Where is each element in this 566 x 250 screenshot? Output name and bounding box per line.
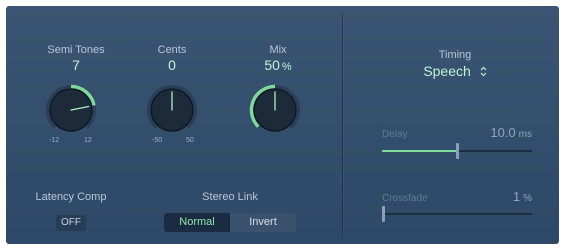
timing-value: Speech: [423, 63, 471, 79]
delay-label: Delay: [382, 129, 408, 140]
semi-tones-min-label: -12: [49, 137, 60, 144]
crossfade-label: Crossfade: [382, 193, 428, 204]
mix-knob-graphic: [249, 84, 300, 132]
delay-slider-handle[interactable]: [455, 143, 459, 159]
crossfade-value: 1: [512, 189, 521, 204]
stereo-link-label: Stereo Link: [202, 191, 258, 203]
delay-value: 10.0: [490, 125, 516, 140]
cents-max-label: 50: [186, 137, 194, 144]
crossfade-value-display: 1%: [446, 189, 532, 204]
cents-value: 0: [168, 57, 176, 73]
latency-comp-button[interactable]: OFF: [56, 215, 86, 231]
timing-label: Timing: [438, 49, 472, 61]
stereo-link-invert-button[interactable]: Invert: [230, 213, 296, 232]
semi-tones-max-label: 12: [84, 137, 92, 144]
mix-knob[interactable]: [249, 84, 301, 136]
timing-popup[interactable]: Speech: [344, 63, 559, 79]
updown-chevron-icon: [480, 66, 487, 77]
delay-slider-fill: [382, 150, 457, 152]
crossfade-unit: %: [523, 193, 532, 204]
cents-knob[interactable]: [146, 84, 198, 136]
delay-unit: ms: [518, 129, 532, 140]
semi-tones-knob[interactable]: [45, 84, 97, 136]
pitch-shifter-panel: Semi Tones 7 -12 12 Cents 0 -50 50 Mix 5…: [6, 6, 559, 244]
stereo-link-segmented-control: Normal Invert: [164, 213, 296, 232]
cents-label: Cents: [157, 44, 187, 56]
mix-value-display: 50%: [238, 57, 318, 73]
cents-min-label: -50: [152, 137, 163, 144]
stereo-link-normal-button[interactable]: Normal: [164, 213, 230, 232]
mix-value: 50: [264, 57, 280, 73]
delay-value-display: 10.0 ms: [446, 125, 532, 140]
semi-tones-value: 7: [72, 57, 80, 73]
crossfade-slider-track[interactable]: [382, 213, 532, 215]
mix-unit: %: [281, 61, 292, 73]
crossfade-slider-handle[interactable]: [382, 206, 385, 222]
semi-tones-label: Semi Tones: [47, 44, 105, 56]
section-divider: [342, 14, 343, 236]
semi-tones-knob-graphic: [46, 84, 96, 132]
latency-comp-label: Latency Comp: [35, 191, 107, 203]
cents-knob-graphic: [147, 85, 197, 132]
mix-label: Mix: [269, 44, 287, 56]
